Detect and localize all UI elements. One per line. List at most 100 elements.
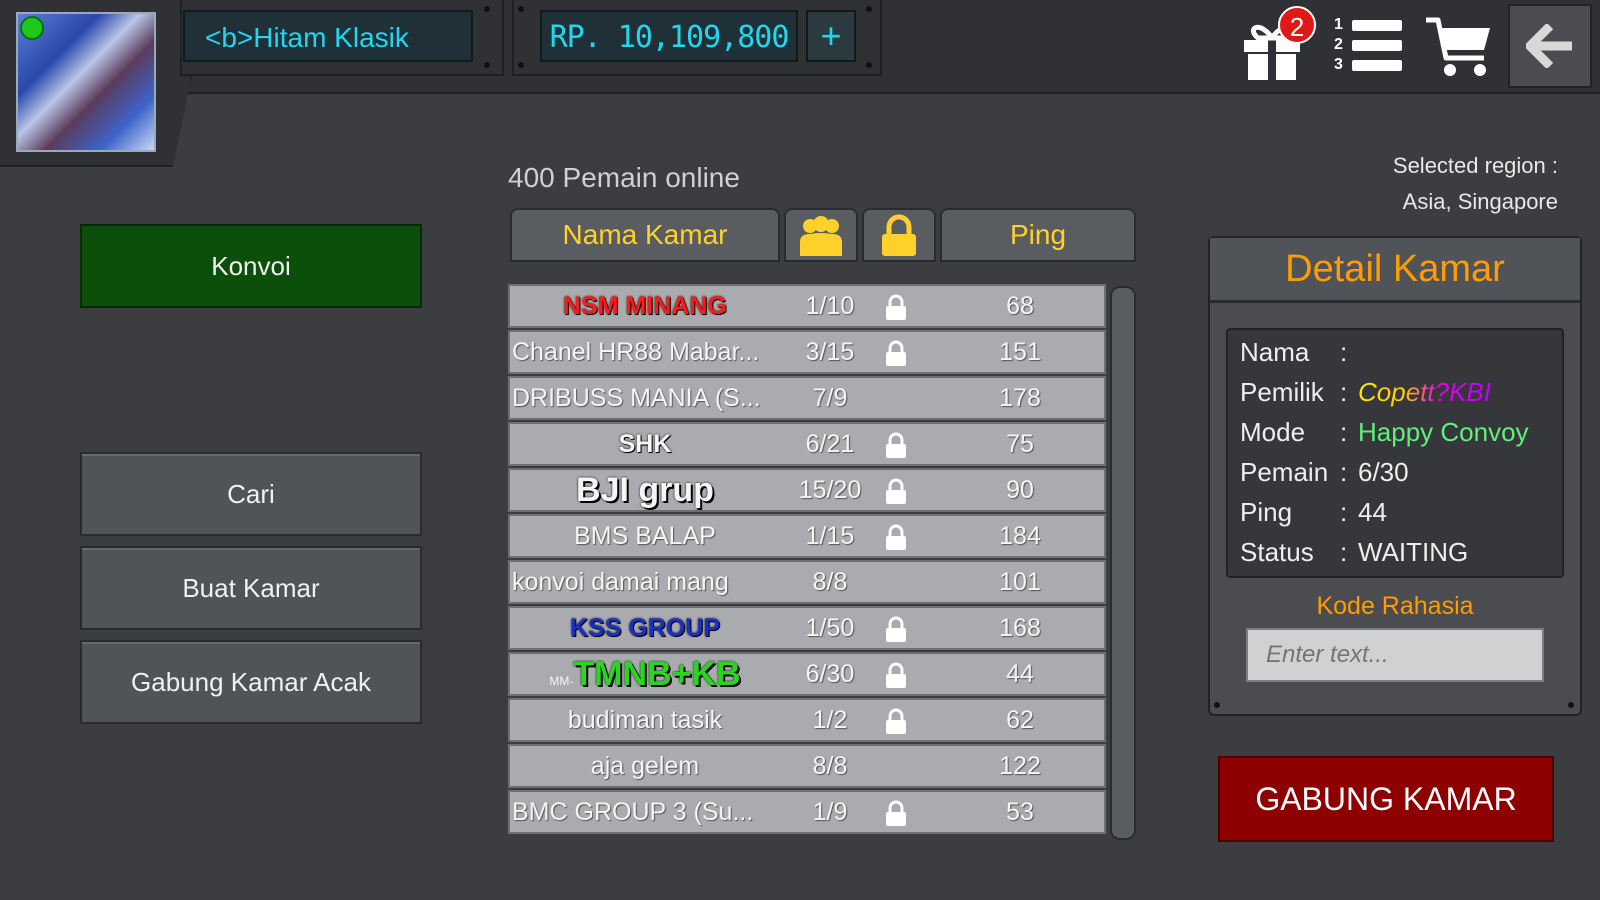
room-row[interactable]: Chanel HR88 Mabar... 3/15 151: [508, 330, 1106, 374]
room-players: 1/15: [805, 522, 855, 550]
header-room-name[interactable]: Nama Kamar: [510, 208, 780, 262]
room-ping: 44: [1006, 660, 1034, 688]
detail-row-pemilik: Pemilik: Copett?KBI: [1240, 372, 1491, 412]
room-row[interactable]: BMC GROUP 3 (Su... 1/9 53: [508, 790, 1106, 834]
room-row[interactable]: SHK 6/21 75: [508, 422, 1106, 466]
room-players: 3/15: [805, 338, 855, 366]
room-row[interactable]: DRIBUSS MANIA (S... 7/9 178: [508, 376, 1106, 420]
room-name-text: TMNB+KB: [573, 655, 741, 693]
room-ping: 75: [1006, 430, 1034, 458]
room-ping: 101: [999, 568, 1041, 596]
detail-label: Ping: [1240, 497, 1293, 527]
room-name-text: budiman tasik: [567, 706, 723, 734]
kode-rahasia-input[interactable]: [1246, 628, 1544, 682]
room-row[interactable]: BJI grup 15/20 90: [508, 468, 1106, 512]
detail-label: Status: [1240, 537, 1314, 567]
detail-colon: :: [1340, 417, 1348, 447]
room-name: KSS GROUP: [510, 608, 780, 648]
room-ping: 151: [999, 338, 1041, 366]
room-players: 6/30: [805, 660, 855, 688]
room-row[interactable]: MM-TMNB+KB 6/30 44: [508, 652, 1106, 696]
room-name-text: NSM MINANG: [563, 292, 727, 320]
detail-colon: :: [1340, 377, 1348, 407]
room-ping: 178: [999, 384, 1041, 412]
room-row[interactable]: aja gelem 8/8 122: [508, 744, 1106, 788]
detail-colon: :: [1340, 337, 1348, 367]
detail-value: Copett?KBI: [1358, 377, 1491, 407]
lock-icon: [882, 523, 910, 551]
ranking-list-icon[interactable]: 1 2 3: [1334, 16, 1404, 78]
detail-value: 6/30: [1358, 457, 1409, 487]
room-name: aja gelem: [510, 746, 780, 786]
header-ping[interactable]: Ping: [940, 208, 1136, 262]
screw: [866, 6, 872, 12]
room-players: 8/8: [812, 752, 848, 780]
detail-label: Mode: [1240, 417, 1306, 447]
room-ping: 68: [1006, 292, 1034, 320]
room-name-text: aja gelem: [590, 752, 700, 780]
detail-label: Nama: [1240, 337, 1310, 367]
room-name: DRIBUSS MANIA (S...: [510, 378, 780, 418]
room-row[interactable]: budiman tasik 1/2 62: [508, 698, 1106, 742]
room-name-text: konvoi damai mang: [512, 568, 729, 596]
gabung-kamar-acak-button[interactable]: Gabung Kamar Acak: [80, 640, 422, 724]
region-label: Selected region :: [1392, 153, 1558, 178]
gift-badge: 2: [1278, 6, 1316, 44]
online-count: 400 Pemain online: [508, 162, 740, 193]
screw: [1568, 702, 1574, 708]
detail-value: Happy Convoy: [1358, 417, 1529, 447]
room-name: BMS BALAP: [510, 516, 780, 556]
screw: [866, 62, 872, 68]
back-button[interactable]: [1508, 4, 1592, 88]
detail-title: Detail Kamar: [1210, 238, 1580, 303]
buat-kamar-button[interactable]: Buat Kamar: [80, 546, 422, 630]
screw: [518, 62, 524, 68]
room-name: SHK: [510, 424, 780, 464]
room-name: BMC GROUP 3 (Su...: [510, 792, 780, 832]
rank-number: 1: [1334, 16, 1343, 33]
detail-row-mode: Mode: Happy Convoy: [1240, 412, 1529, 452]
cart-icon[interactable]: [1424, 14, 1494, 80]
room-players: 1/9: [812, 798, 848, 826]
room-players: 6/21: [805, 430, 855, 458]
room-ping: 62: [1006, 706, 1034, 734]
detail-colon: :: [1340, 537, 1348, 567]
rank-number: 2: [1334, 36, 1343, 53]
room-name: Chanel HR88 Mabar...: [510, 332, 780, 372]
room-row[interactable]: konvoi damai mang 8/8 101: [508, 560, 1106, 604]
screw: [484, 6, 490, 12]
lock-icon: [882, 293, 910, 321]
room-name-text: Chanel HR88 Mabar...: [512, 338, 760, 366]
room-players: 8/8: [812, 568, 848, 596]
room-row[interactable]: NSM MINANG 1/10 68: [508, 284, 1106, 328]
room-ping: 184: [999, 522, 1041, 550]
header-lock[interactable]: [862, 208, 936, 262]
room-players: 1/50: [805, 614, 855, 642]
detail-value: 44: [1358, 497, 1387, 527]
screw: [518, 6, 524, 12]
room-ping: 168: [999, 614, 1041, 642]
lock-icon: [882, 477, 910, 505]
lock-icon: [882, 661, 910, 689]
room-list-scrollbar[interactable]: [1110, 286, 1136, 840]
player-name: <b>Hitam Klasik: [183, 10, 473, 62]
players-icon: [800, 216, 842, 256]
gabung-kamar-button[interactable]: GABUNG KAMAR: [1218, 756, 1554, 842]
detail-colon: :: [1340, 497, 1348, 527]
cari-button[interactable]: Cari: [80, 452, 422, 536]
region-value: Asia, Singapore: [1402, 189, 1558, 214]
room-name: konvoi damai mang: [510, 562, 780, 602]
arrow-left-icon: [1526, 24, 1572, 68]
room-row[interactable]: BMS BALAP 1/15 184: [508, 514, 1106, 558]
lock-icon: [882, 214, 916, 256]
konvoi-button[interactable]: Konvoi: [80, 224, 422, 308]
detail-row-ping: Ping:44: [1240, 492, 1387, 532]
room-name-prefix: MM-: [549, 674, 574, 688]
detail-value: WAITING: [1358, 537, 1469, 567]
add-money-button[interactable]: +: [806, 10, 856, 62]
lock-icon: [882, 707, 910, 735]
online-status-dot: [20, 16, 44, 40]
lock-icon: [882, 339, 910, 367]
header-players[interactable]: [784, 208, 858, 262]
room-row[interactable]: KSS GROUP 1/50 168: [508, 606, 1106, 650]
